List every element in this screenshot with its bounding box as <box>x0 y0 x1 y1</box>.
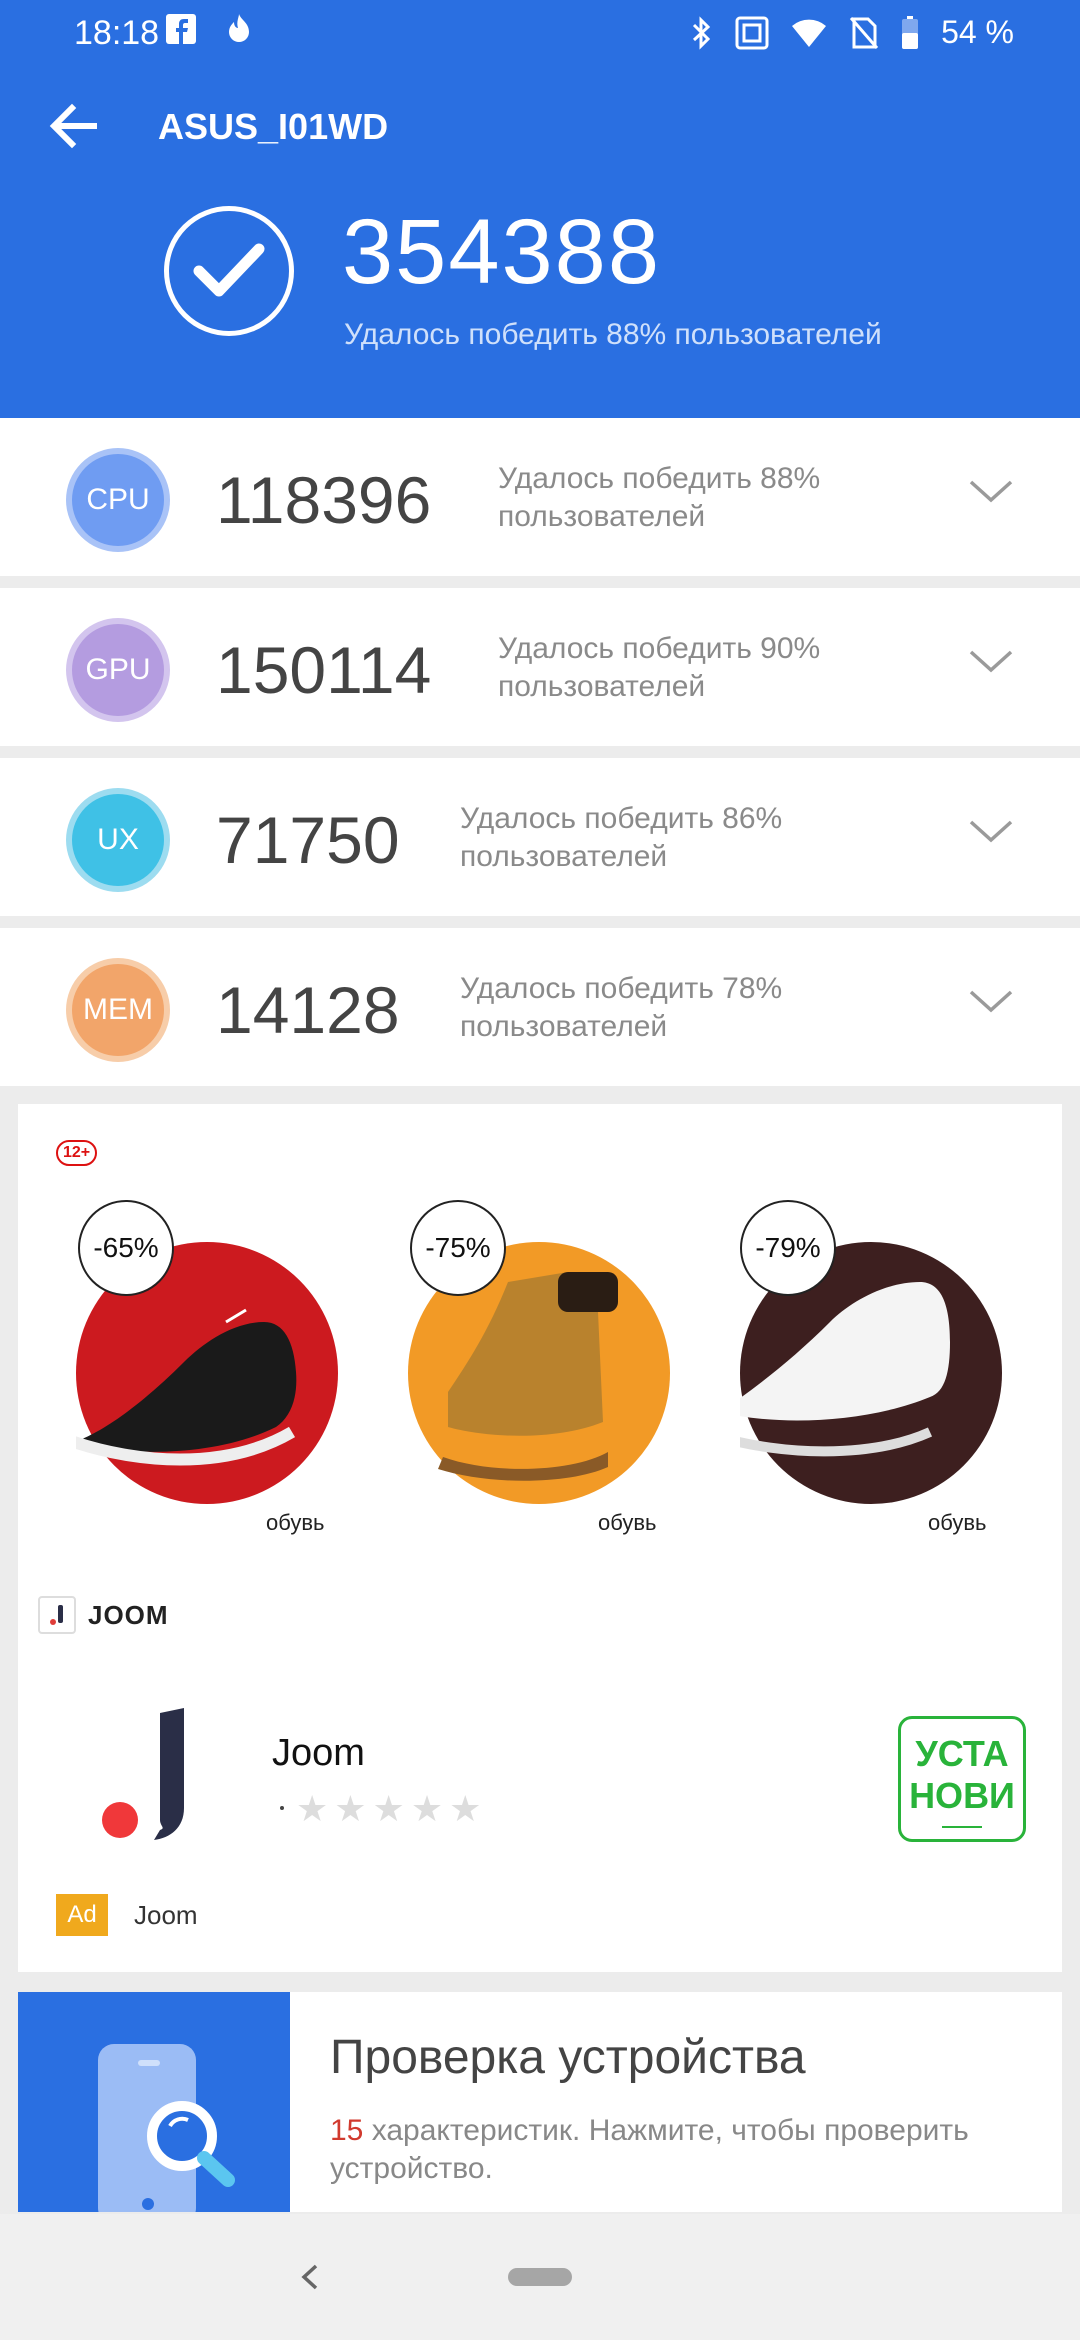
gpu-badge-label: GPU <box>72 624 164 716</box>
score-row-mem[interactable]: MEM 14128 Удалось победить 78% пользоват… <box>0 928 1080 1086</box>
install-label-line2: НОВИ <box>909 1775 1015 1816</box>
characteristics-count: 15 <box>330 2114 364 2147</box>
device-check-card[interactable]: Проверка устройства 15 характеристик. На… <box>18 1992 1062 2212</box>
chevron-down-icon[interactable] <box>968 986 1014 1016</box>
nfc-icon <box>735 16 769 49</box>
device-name: ASUS_I01WD <box>158 106 389 147</box>
discount-badge: -65% <box>78 1200 174 1296</box>
cpu-desc-line1: Удалось победить 88% <box>498 462 821 495</box>
cpu-badge: CPU <box>66 448 170 552</box>
gpu-desc: Удалось победить 90% пользователей <box>498 630 820 706</box>
score-row-cpu[interactable]: CPU 118396 Удалось победить 88% пользова… <box>0 418 1080 576</box>
ad-card[interactable]: 12+ -65% обувь -75% обувь -79% обувь JOO… <box>18 1104 1062 1972</box>
age-rating-badge: 12+ <box>56 1140 98 1166</box>
nav-home-pill[interactable] <box>508 2268 572 2286</box>
ux-badge-label: UX <box>72 794 164 886</box>
phone-search-icon <box>98 2044 235 2212</box>
status-left-icons <box>166 12 256 46</box>
chevron-down-icon[interactable] <box>968 816 1014 846</box>
ux-desc-line1: Удалось победить 86% <box>460 802 783 835</box>
total-score: 354388 <box>342 201 661 303</box>
gpu-desc-line1: Удалось победить 90% <box>498 632 821 665</box>
mem-badge: MEM <box>66 958 170 1062</box>
product-label: обувь <box>928 1510 987 1535</box>
ux-desc-line2: пользователей <box>460 840 668 873</box>
ux-score: 71750 <box>216 803 400 877</box>
nav-back-icon[interactable] <box>296 2262 326 2292</box>
gpu-desc-line2: пользователей <box>498 670 706 703</box>
install-label-line1: УСТА <box>915 1733 1009 1774</box>
battery-percent: 54 % <box>941 14 1014 50</box>
no-sim-icon <box>849 16 879 49</box>
ad-advertiser: Joom <box>134 1900 198 1930</box>
install-button[interactable]: УСТА НОВИ <box>898 1716 1026 1842</box>
wifi-icon <box>792 19 827 47</box>
cpu-desc: Удалось победить 88% пользователей <box>498 460 820 536</box>
joom-app-logo-icon[interactable] <box>98 1708 208 1848</box>
product-label: обувь <box>266 1510 325 1535</box>
install-underline <box>942 1826 982 1828</box>
product-label: обувь <box>598 1510 657 1535</box>
star-rating-icon: ★★★★★ <box>296 1788 488 1829</box>
total-score-subtitle: Удалось победить 88% пользователей <box>344 318 882 351</box>
status-time: 18:18 <box>74 14 160 52</box>
brand-name: JOOM <box>88 1599 169 1630</box>
chevron-down-icon[interactable] <box>968 646 1014 676</box>
app-name[interactable]: Joom <box>272 1732 365 1775</box>
score-row-ux[interactable]: UX 71750 Удалось победить 86% пользовате… <box>0 758 1080 916</box>
gpu-badge: GPU <box>66 618 170 722</box>
device-check-text: характеристик. Нажмите, чтобы проверить … <box>330 2114 969 2185</box>
bluetooth-icon <box>693 15 711 50</box>
mem-score: 14128 <box>216 973 400 1047</box>
device-check-description: 15 характеристик. Нажмите, чтобы провери… <box>330 2112 1040 2188</box>
mem-desc: Удалось победить 78% пользователей <box>460 970 782 1046</box>
advertiser-brand: JOOM <box>38 1596 169 1634</box>
ad-tag: Ad <box>56 1894 108 1936</box>
facebook-icon <box>166 14 196 44</box>
mem-badge-label: MEM <box>72 964 164 1056</box>
mem-desc-line2: пользователей <box>460 1010 668 1043</box>
status-right-icons: 54 % <box>691 14 1014 51</box>
cpu-score: 118396 <box>216 463 432 537</box>
battery-icon <box>902 15 919 49</box>
gpu-score: 150114 <box>216 633 432 707</box>
ux-badge: UX <box>66 788 170 892</box>
ux-desc: Удалось победить 86% пользователей <box>460 800 782 876</box>
cpu-desc-line2: пользователей <box>498 500 706 533</box>
back-arrow-icon[interactable] <box>44 96 104 156</box>
joom-logo-small-icon <box>38 1596 76 1634</box>
discount-badge: -79% <box>740 1200 836 1296</box>
system-nav-bar <box>0 2214 1080 2340</box>
discount-badge: -75% <box>410 1200 506 1296</box>
checkmark-icon <box>164 206 294 336</box>
cpu-badge-label: CPU <box>72 454 164 546</box>
header-bar: 18:18 54 % ASUS_I01WD 354388 Удалось поб… <box>0 0 1080 418</box>
score-row-gpu[interactable]: GPU 150114 Удалось победить 90% пользова… <box>0 588 1080 746</box>
device-check-illustration <box>18 1992 290 2212</box>
fire-icon <box>229 14 249 42</box>
rating-dot <box>280 1806 284 1810</box>
chevron-down-icon[interactable] <box>968 476 1014 506</box>
mem-desc-line1: Удалось победить 78% <box>460 972 783 1005</box>
device-check-title: Проверка устройства <box>330 2031 806 2084</box>
